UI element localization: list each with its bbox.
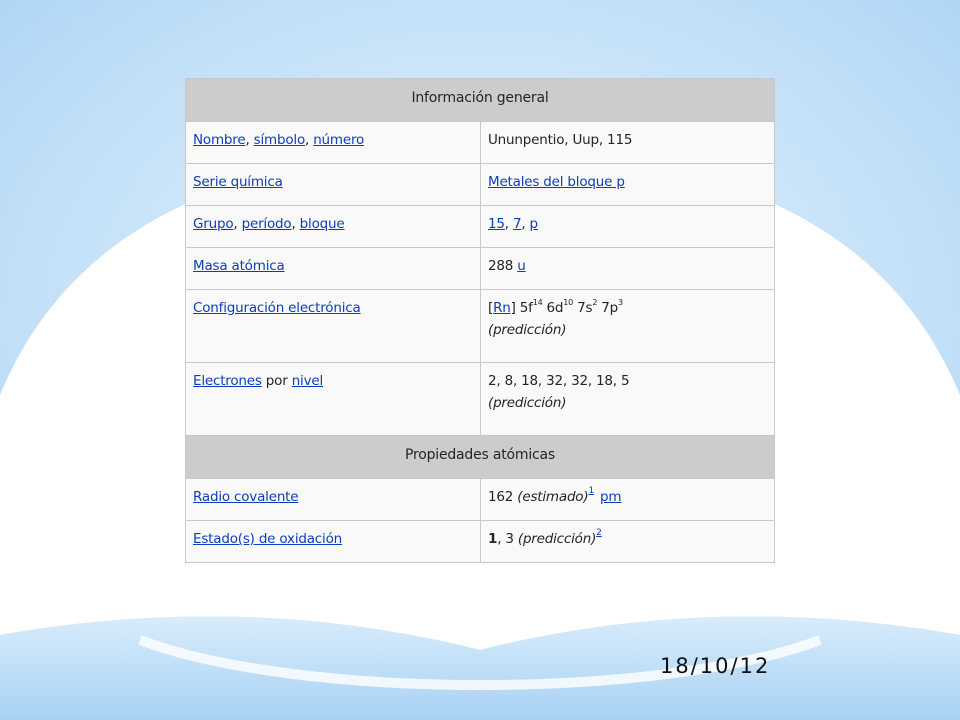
- mass-value-cell: 288 u: [480, 247, 775, 290]
- link-estado-oxidacion[interactable]: Estado(s) de oxidación: [193, 531, 342, 547]
- electron-count: 2: [592, 298, 598, 307]
- reference-1[interactable]: 1: [588, 486, 594, 496]
- radius-number: 162: [488, 489, 518, 505]
- separator: ,: [504, 216, 513, 232]
- table-row: Estado(s) de oxidación 1, 3 (predicción)…: [185, 520, 775, 563]
- bracket-close: ]: [510, 300, 520, 316]
- orbital-7s: 7s: [577, 300, 593, 316]
- series-label-cell: Serie química: [185, 163, 481, 206]
- oxidation-label-cell: Estado(s) de oxidación: [185, 520, 481, 563]
- config-formula: [Rn] 5f14 6d10 7s2 7p3: [488, 298, 767, 317]
- table-row: Grupo, período, bloque 15, 7, p: [185, 205, 775, 248]
- atomic-header-row: Propiedades atómicas: [185, 435, 775, 479]
- radius-value-cell: 162 (estimado)1 pm: [480, 478, 775, 521]
- slide-date: 18/10/12: [660, 654, 771, 678]
- config-label-cell: Configuración electrónica: [185, 289, 481, 363]
- link-numero[interactable]: número: [313, 132, 364, 148]
- electrons-label-cell: Electrones por nivel: [185, 362, 481, 436]
- electron-count: 10: [563, 298, 574, 307]
- link-nivel[interactable]: nivel: [292, 373, 324, 389]
- separator: ,: [305, 132, 314, 148]
- link-unit-u[interactable]: u: [517, 258, 526, 274]
- link-metales-bloque-p[interactable]: Metales del bloque p: [488, 174, 625, 190]
- separator: ,: [245, 132, 254, 148]
- link-serie-quimica[interactable]: Serie química: [193, 174, 283, 190]
- link-rn[interactable]: Rn: [493, 300, 511, 316]
- config-note: (predicción): [488, 322, 567, 338]
- oxidation-main: 1: [488, 531, 498, 547]
- electrons-value-cell: 2, 8, 18, 32, 32, 18, 5 (predicción): [480, 362, 775, 436]
- general-info-header: Información general: [185, 78, 775, 122]
- oxidation-other: , 3: [497, 531, 518, 547]
- general-info-header-row: Información general: [185, 78, 775, 122]
- separator: ,: [233, 216, 242, 232]
- oxidation-note: (predicción): [517, 531, 597, 547]
- label-connector: por: [261, 373, 292, 389]
- link-bloque[interactable]: bloque: [300, 216, 345, 232]
- mass-label-cell: Masa atómica: [185, 247, 481, 290]
- mass-number: 288: [488, 258, 518, 274]
- element-infobox: Información general Nombre, símbolo, núm…: [185, 78, 775, 563]
- separator: ,: [291, 216, 300, 232]
- link-pm[interactable]: pm: [600, 489, 622, 505]
- orbital-5f: 5f: [519, 300, 533, 316]
- orbital-7p: 7p: [601, 300, 618, 316]
- table-row: Nombre, símbolo, número Ununpentio, Uup,…: [185, 121, 775, 164]
- electrons-note: (predicción): [488, 395, 567, 411]
- atomic-properties-header: Propiedades atómicas: [185, 435, 775, 479]
- electron-count: 3: [617, 298, 623, 307]
- table-row: Electrones por nivel 2, 8, 18, 32, 32, 1…: [185, 362, 775, 436]
- name-value: Ununpentio, Uup, 115: [480, 121, 775, 164]
- link-radio-covalente[interactable]: Radio covalente: [193, 489, 299, 505]
- radius-label-cell: Radio covalente: [185, 478, 481, 521]
- link-block-p[interactable]: p: [530, 216, 539, 232]
- link-masa-atomica[interactable]: Masa atómica: [193, 258, 285, 274]
- electron-count: 14: [532, 298, 543, 307]
- radius-note: (estimado): [517, 489, 589, 505]
- series-value-cell: Metales del bloque p: [480, 163, 775, 206]
- link-nombre[interactable]: Nombre: [193, 132, 246, 148]
- orbital-6d: 6d: [546, 300, 564, 316]
- electrons-value: 2, 8, 18, 32, 32, 18, 5: [488, 373, 630, 389]
- link-simbolo[interactable]: símbolo: [254, 132, 306, 148]
- config-value-cell: [Rn] 5f14 6d10 7s2 7p3 (predicción): [480, 289, 775, 363]
- group-value-cell: 15, 7, p: [480, 205, 775, 248]
- name-label-cell: Nombre, símbolo, número: [185, 121, 481, 164]
- link-electrones[interactable]: Electrones: [193, 373, 262, 389]
- table-row: Serie química Metales del bloque p: [185, 163, 775, 206]
- link-grupo[interactable]: Grupo: [193, 216, 234, 232]
- link-periodo[interactable]: período: [242, 216, 292, 232]
- reference-2[interactable]: 2: [596, 528, 602, 538]
- link-group-15[interactable]: 15: [488, 216, 505, 232]
- oxidation-value-cell: 1, 3 (predicción)2: [480, 520, 775, 563]
- separator: ,: [521, 216, 530, 232]
- group-label-cell: Grupo, período, bloque: [185, 205, 481, 248]
- table-row: Masa atómica 288 u: [185, 247, 775, 290]
- table-row: Radio covalente 162 (estimado)1 pm: [185, 478, 775, 521]
- table-row: Configuración electrónica [Rn] 5f14 6d10 7…: [185, 289, 775, 363]
- link-configuracion-electronica[interactable]: Configuración electrónica: [193, 300, 361, 316]
